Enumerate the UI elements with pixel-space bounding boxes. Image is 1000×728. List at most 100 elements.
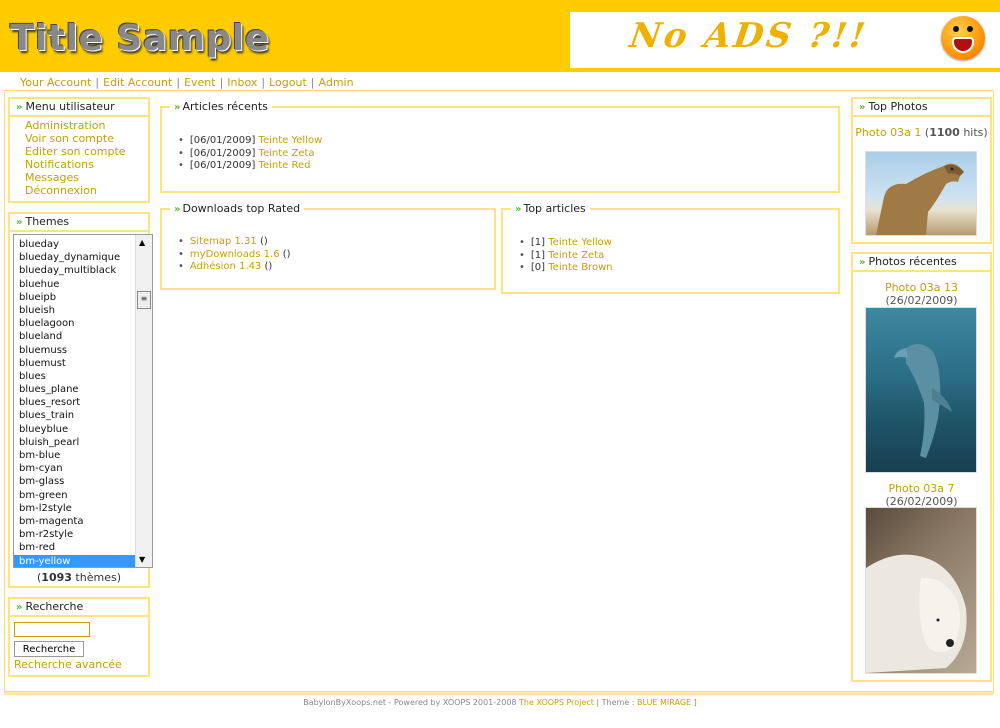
photo-link[interactable]: Photo 03a 7	[888, 482, 954, 495]
list-item: myDownloads 1.6 ()	[178, 249, 291, 262]
footer-theme-prefix: | Theme :	[596, 698, 635, 707]
theme-select-list[interactable]: blueday blueday_dynamique blueday_multib…	[13, 234, 153, 568]
theme-option[interactable]: bm-glass	[14, 475, 136, 488]
menu-item-view-account[interactable]: Voir son compte	[25, 132, 126, 145]
footer-theme-suffix: ]	[693, 698, 697, 707]
article-link[interactable]: Teinte Red	[259, 160, 311, 171]
double-chevron-icon: »	[16, 602, 23, 613]
theme-option[interactable]: blueday_dynamique	[14, 251, 136, 264]
footer-theme-link[interactable]: BLUE MIRAGE	[637, 698, 691, 707]
download-link[interactable]: Sitemap 1.31	[190, 236, 257, 247]
footer-xoops-link[interactable]: The XOOPS Project	[519, 698, 594, 707]
menu-item-edit-account[interactable]: Editer son compte	[25, 145, 126, 158]
recent-articles-list: [06/01/2009] Teinte Yellow [06/01/2009] …	[178, 135, 322, 173]
menu-item-notifications[interactable]: Notifications	[25, 158, 126, 171]
theme-option[interactable]: blues_train	[14, 409, 136, 422]
smiley-icon	[941, 16, 985, 60]
dolphin-photo[interactable]	[865, 307, 977, 473]
article-link[interactable]: Teinte Yellow	[259, 135, 323, 146]
camel-photo[interactable]	[865, 151, 977, 236]
smiley-eye	[953, 26, 959, 32]
themes-title: Themes	[25, 215, 70, 228]
article-link[interactable]: Teinte Yellow	[548, 237, 612, 248]
article-link[interactable]: Teinte Zeta	[548, 250, 604, 261]
site-title[interactable]: Title Sample	[10, 18, 270, 59]
downloads-top-list: Sitemap 1.31 () myDownloads 1.6 () Adhés…	[178, 236, 291, 274]
theme-option[interactable]: bm-blue	[14, 449, 136, 462]
footer-text: BabylonByXoops.net - Powered by XOOPS 20…	[303, 698, 517, 707]
theme-option[interactable]: bm-r2style	[14, 528, 136, 541]
theme-option[interactable]: bluemuss	[14, 344, 136, 357]
article-link[interactable]: Teinte Brown	[548, 262, 612, 273]
download-link[interactable]: Adhésion 1.43	[190, 261, 261, 272]
theme-option[interactable]: blueipb	[14, 291, 136, 304]
download-link[interactable]: myDownloads 1.6	[190, 249, 280, 260]
recent-articles-legend: » Articles récents	[170, 100, 272, 113]
theme-option[interactable]: bm-magenta	[14, 515, 136, 528]
nav-logout[interactable]: Logout	[269, 76, 307, 89]
list-item: [0] Teinte Brown	[519, 262, 613, 275]
theme-option[interactable]: bm-cyan	[14, 462, 136, 475]
photo-date: (26/02/2009)	[885, 294, 958, 307]
nav-edit-account[interactable]: Edit Account	[103, 76, 172, 89]
ad-banner-text: No ADS ?!!	[627, 16, 871, 56]
smiley-eye	[967, 26, 973, 32]
theme-option[interactable]: blueyblue	[14, 423, 136, 436]
nav-your-account[interactable]: Your Account	[20, 76, 91, 89]
theme-option[interactable]: bm-l2style	[14, 502, 136, 515]
scroll-down-arrow-icon[interactable]: ▼	[139, 555, 145, 564]
photo-hits: 1100	[929, 126, 960, 139]
double-chevron-icon: »	[859, 102, 866, 113]
top-photos-header: » Top Photos	[853, 99, 990, 117]
double-chevron-icon: »	[16, 217, 23, 228]
theme-option[interactable]: blueday	[14, 238, 136, 251]
theme-option[interactable]: bm-green	[14, 489, 136, 502]
photo-link[interactable]: Photo 03a 13	[885, 281, 958, 294]
theme-option[interactable]: blueland	[14, 330, 136, 343]
themes-header: » Themes	[10, 214, 148, 232]
theme-option[interactable]: bluemust	[14, 357, 136, 370]
menu-item-administration[interactable]: Administration	[25, 119, 126, 132]
downloads-top-box: »Downloads top Rated Sitemap 1.31 () myD…	[160, 202, 496, 290]
nav-admin[interactable]: Admin	[319, 76, 354, 89]
menu-item-logout[interactable]: Déconnexion	[25, 184, 126, 197]
advanced-search-link[interactable]: Recherche avancée	[14, 658, 122, 671]
theme-option[interactable]: bluehue	[14, 278, 136, 291]
theme-option[interactable]: blueday_multiblack	[14, 264, 136, 277]
scroll-thumb[interactable]: ≡	[137, 291, 151, 309]
theme-options: blueday blueday_dynamique blueday_multib…	[14, 238, 136, 567]
theme-option[interactable]: blues	[14, 370, 136, 383]
theme-option[interactable]: bluelagoon	[14, 317, 136, 330]
nav-event[interactable]: Event	[184, 76, 216, 89]
user-menu-title: Menu utilisateur	[25, 100, 115, 113]
double-chevron-icon: »	[515, 204, 522, 215]
top-articles-list: [1] Teinte Yellow [1] Teinte Zeta [0] Te…	[519, 237, 613, 275]
polar-bear-photo[interactable]	[865, 507, 977, 674]
theme-option[interactable]: blueish	[14, 304, 136, 317]
theme-option-selected[interactable]: bm-yellow	[14, 554, 136, 567]
list-item: Adhésion 1.43 ()	[178, 261, 291, 274]
top-articles-title: Top articles	[523, 202, 586, 215]
scroll-up-arrow-icon[interactable]: ▲	[139, 238, 145, 247]
top-photo-caption: Photo 03a 1 (1100 hits)	[853, 126, 990, 139]
article-link[interactable]: Teinte Zeta	[259, 148, 315, 159]
search-input[interactable]	[14, 622, 90, 637]
double-chevron-icon: »	[174, 102, 181, 113]
double-chevron-icon: »	[16, 102, 23, 113]
menu-item-messages[interactable]: Messages	[25, 171, 126, 184]
theme-option[interactable]: bluish_pearl	[14, 436, 136, 449]
user-menu-list: Administration Voir son compte Editer so…	[25, 119, 126, 197]
photo-link[interactable]: Photo 03a 1	[855, 126, 921, 139]
download-extra: ()	[259, 236, 268, 247]
article-date: [06/01/2009]	[189, 147, 256, 159]
theme-option[interactable]: bm-red	[14, 541, 136, 554]
theme-option[interactable]: blues_resort	[14, 396, 136, 409]
double-chevron-icon: »	[174, 204, 181, 215]
downloads-top-legend: » Downloads top Rated	[170, 202, 305, 215]
nav-inbox[interactable]: Inbox	[227, 76, 257, 89]
theme-option[interactable]: blues_plane	[14, 383, 136, 396]
search-button[interactable]: Recherche	[14, 641, 84, 657]
theme-list-scrollbar[interactable]: ▲ ≡ ▼	[135, 235, 152, 567]
recent-photo-caption: Photo 03a 7 (26/02/2009)	[856, 482, 987, 508]
dolphin-image	[894, 344, 952, 458]
